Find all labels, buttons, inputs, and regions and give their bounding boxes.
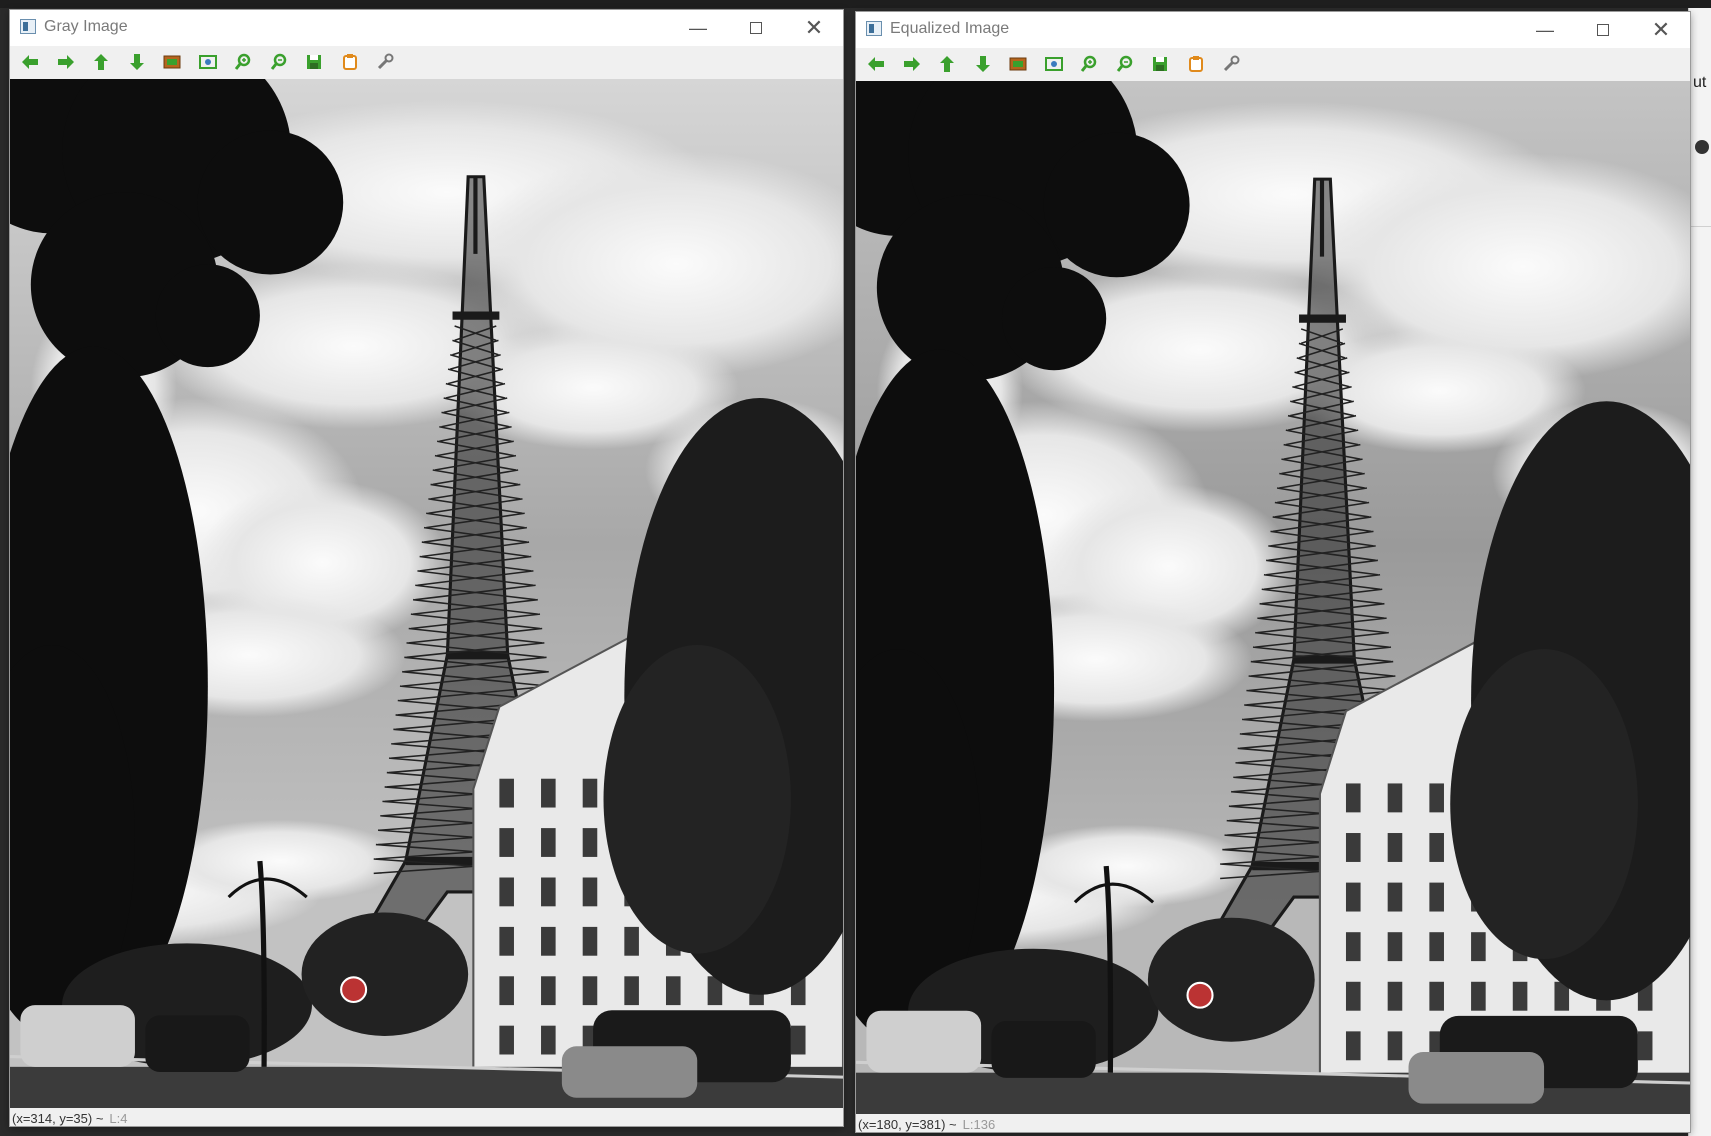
minimize-button[interactable]: — xyxy=(669,10,727,46)
minimize-icon: — xyxy=(1536,19,1554,40)
status-bar: (x=180, y=381) ~ L:136 xyxy=(856,1114,1690,1132)
pan-up-icon xyxy=(94,54,108,70)
zoom-fit-button[interactable] xyxy=(196,51,220,73)
copy-button[interactable] xyxy=(338,51,362,73)
status-bar: (x=314, y=35) ~ L:4 xyxy=(10,1108,843,1126)
zoom-in-area-button[interactable] xyxy=(1006,53,1030,75)
properties-button[interactable] xyxy=(1219,53,1243,75)
app-icon xyxy=(866,21,882,36)
maximize-button[interactable] xyxy=(727,10,785,46)
properties-button[interactable] xyxy=(373,51,397,73)
background-app-radio xyxy=(1695,140,1709,154)
zoom-fit-icon xyxy=(198,55,217,69)
maximize-icon xyxy=(1597,24,1609,36)
zoom-out-icon xyxy=(270,53,286,70)
zoom-in-area-icon xyxy=(1009,57,1027,71)
window-title: Equalized Image xyxy=(890,20,1010,37)
close-button[interactable]: ✕ xyxy=(785,10,843,46)
pan-left-icon xyxy=(868,57,884,71)
minimize-icon: — xyxy=(689,17,707,38)
pan-down-button[interactable] xyxy=(125,51,149,73)
minimize-button[interactable]: — xyxy=(1516,12,1574,48)
pan-right-icon xyxy=(57,55,74,69)
pan-right-button[interactable] xyxy=(54,51,78,73)
pan-right-icon xyxy=(903,57,920,71)
save-icon xyxy=(1153,57,1167,71)
zoom-in-area-icon xyxy=(163,55,181,69)
image-view[interactable] xyxy=(10,79,843,1108)
background-app-edge: ut xyxy=(1688,8,1711,1136)
pan-down-icon xyxy=(975,56,990,72)
zoom-in-button[interactable] xyxy=(1077,53,1101,75)
zoom-in-button[interactable] xyxy=(231,51,255,73)
close-icon: ✕ xyxy=(1651,17,1671,42)
zoom-in-area-button[interactable] xyxy=(160,51,184,73)
pan-up-button[interactable] xyxy=(935,53,959,75)
save-button[interactable] xyxy=(302,51,326,73)
background-app-text: ut xyxy=(1693,74,1707,91)
pan-up-icon xyxy=(940,56,954,72)
maximize-icon xyxy=(750,22,762,34)
desktop-background xyxy=(0,0,1711,8)
save-button[interactable] xyxy=(1148,53,1172,75)
copy-button[interactable] xyxy=(1184,53,1208,75)
zoom-out-button[interactable] xyxy=(1113,53,1137,75)
pan-up-button[interactable] xyxy=(89,51,113,73)
zoom-in-icon xyxy=(234,53,251,70)
photo-canvas xyxy=(856,81,1690,1114)
zoom-fit-button[interactable] xyxy=(1042,53,1066,75)
equalized-image-window[interactable]: Equalized Image — ✕ (x=180, y=381) ~ L:13… xyxy=(856,12,1690,1132)
close-button[interactable]: ✕ xyxy=(1632,12,1690,48)
pan-down-icon xyxy=(129,54,144,70)
window-titlebar[interactable]: Gray Image — ✕ xyxy=(10,10,843,46)
copy-icon xyxy=(342,54,357,70)
window-titlebar[interactable]: Equalized Image — ✕ xyxy=(856,12,1690,48)
cursor-coordinates: (x=314, y=35) ~ xyxy=(12,1111,104,1126)
pan-right-button[interactable] xyxy=(900,53,924,75)
properties-icon xyxy=(377,53,394,70)
window-title: Gray Image xyxy=(44,18,128,35)
pixel-value: L:136 xyxy=(962,1117,996,1132)
app-icon xyxy=(20,19,36,34)
cursor-coordinates: (x=180, y=381) ~ xyxy=(858,1117,957,1132)
pan-left-button[interactable] xyxy=(18,51,42,73)
pan-left-button[interactable] xyxy=(864,53,888,75)
maximize-button[interactable] xyxy=(1574,12,1632,48)
zoom-out-button[interactable] xyxy=(267,51,291,73)
pixel-value: L:4 xyxy=(109,1111,128,1126)
pan-down-button[interactable] xyxy=(971,53,995,75)
photo-canvas xyxy=(10,79,843,1108)
window-toolbar xyxy=(856,48,1690,81)
zoom-in-icon xyxy=(1080,55,1097,72)
image-view[interactable] xyxy=(856,81,1690,1114)
close-icon: ✕ xyxy=(804,15,824,40)
pan-left-icon xyxy=(22,55,38,69)
copy-icon xyxy=(1188,56,1203,72)
gray-image-window[interactable]: Gray Image — ✕ (x=314, y=35) ~ L:4 xyxy=(10,10,843,1126)
zoom-out-icon xyxy=(1116,55,1132,72)
save-icon xyxy=(307,55,321,69)
background-app-divider xyxy=(1689,226,1711,227)
window-toolbar xyxy=(10,46,843,79)
zoom-fit-icon xyxy=(1044,57,1063,71)
properties-icon xyxy=(1223,55,1240,72)
